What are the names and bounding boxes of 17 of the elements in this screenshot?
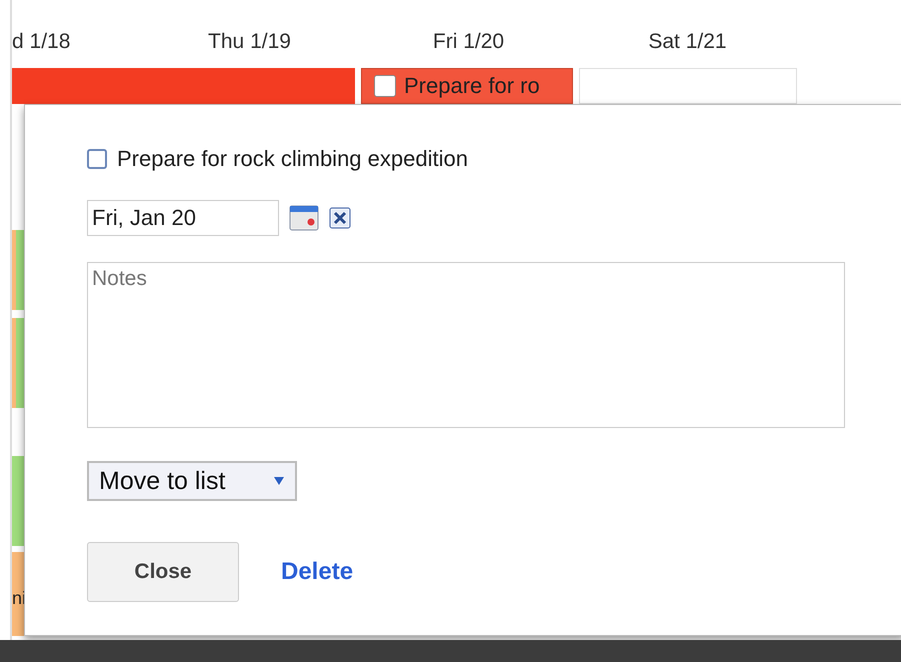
day-header: Thu 1/19	[207, 30, 292, 54]
notes-field[interactable]: Notes	[87, 262, 845, 428]
task-title: Prepare for rock climbing expedition	[117, 146, 468, 172]
checkbox[interactable]	[87, 149, 107, 169]
day-cell[interactable]	[579, 68, 797, 104]
day-header: Fri 1/20	[432, 30, 506, 54]
date-field[interactable]: Fri, Jan 20	[87, 200, 279, 236]
delete-link[interactable]: Delete	[281, 558, 354, 586]
close-button[interactable]: Close	[87, 542, 239, 602]
day-header: Sat 1/21	[647, 30, 728, 54]
calendar-icon[interactable]	[289, 205, 319, 231]
caret-icon	[273, 476, 285, 486]
day-header: d 1/18	[12, 30, 72, 54]
move-to-list-dropdown[interactable]: Move to list	[87, 461, 297, 501]
clear-icon[interactable]	[329, 207, 351, 229]
checkbox[interactable]	[374, 75, 396, 97]
task-chip[interactable]: Prepare for ro	[361, 68, 573, 104]
